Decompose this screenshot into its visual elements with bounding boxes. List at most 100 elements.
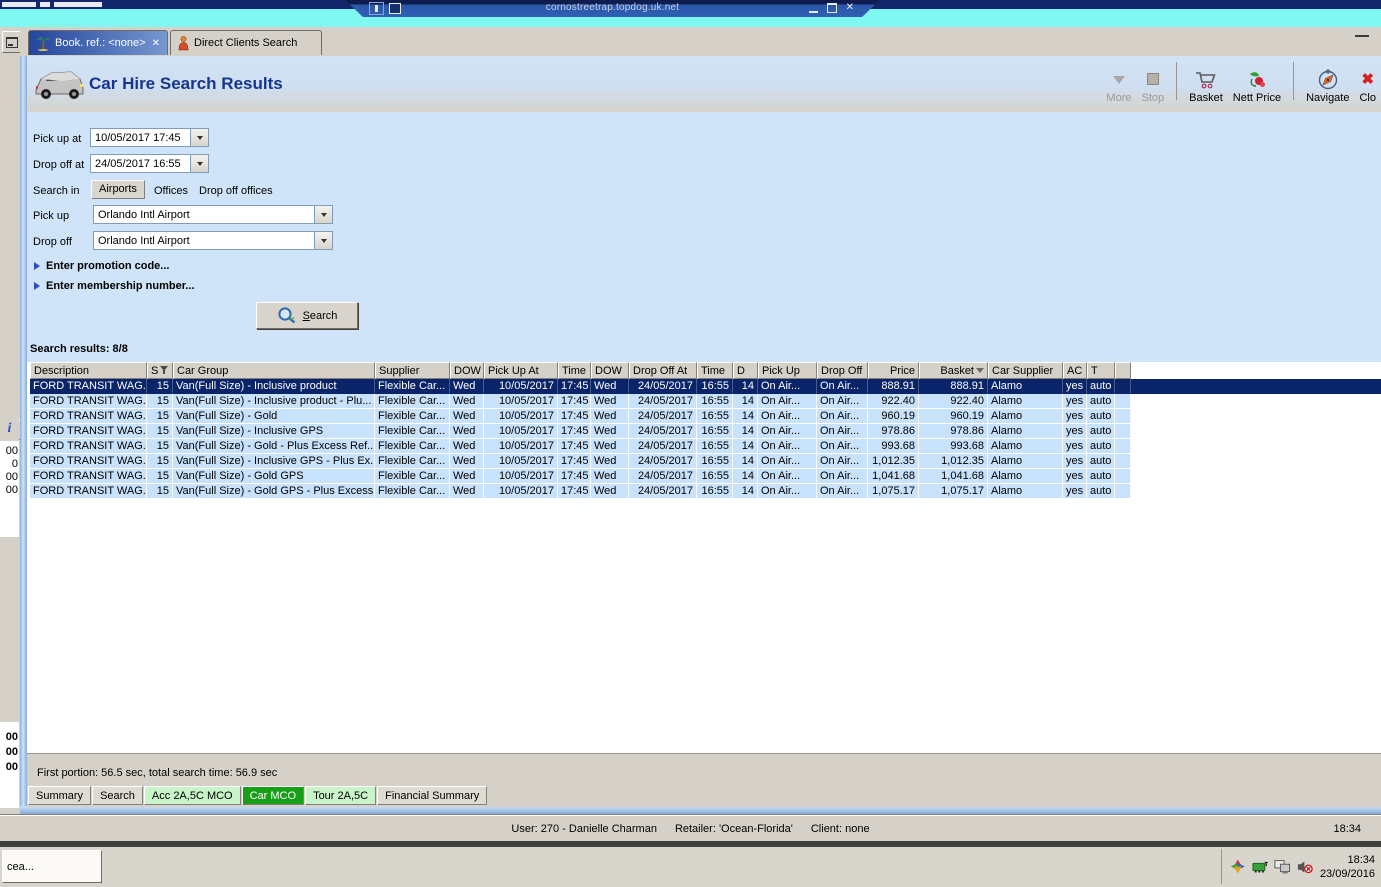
column-header[interactable]: Car Supplier xyxy=(988,362,1063,379)
table-cell: 993.68 xyxy=(868,439,919,454)
table-row[interactable]: FORD TRANSIT WAG... 15 Van(Full Size) - Go… xyxy=(30,484,1381,499)
table-cell: 14 xyxy=(733,484,758,499)
table-cell: On Air... xyxy=(817,394,868,409)
dropdown-button[interactable] xyxy=(190,155,208,172)
table-row[interactable]: FORD TRANSIT WAG... 15 Van(Full Size) - In… xyxy=(30,379,1381,394)
pickup-at-field[interactable]: 10/05/2017 17:45 xyxy=(90,128,209,147)
close-icon[interactable]: ✕ xyxy=(846,3,854,13)
table-cell: 15 xyxy=(147,484,173,499)
table-cell: 888.91 xyxy=(919,379,988,394)
dropdown-button[interactable] xyxy=(314,206,332,223)
table-cell: 15 xyxy=(147,409,173,424)
table-cell: Van(Full Size) - Gold GPS - Plus Excess.… xyxy=(173,484,375,499)
speaker-muted-icon[interactable] xyxy=(1297,859,1314,875)
column-header[interactable]: Basket xyxy=(919,362,988,379)
column-header[interactable]: D xyxy=(733,362,758,379)
table-cell: 10/05/2017 xyxy=(484,379,558,394)
tab-list-icon[interactable] xyxy=(1355,35,1369,41)
table-cell: Wed xyxy=(450,394,484,409)
table-row[interactable]: FORD TRANSIT WAG... 15 Van(Full Size) - In… xyxy=(30,394,1381,409)
tab-car-mco[interactable]: Car MCO xyxy=(241,786,305,805)
statusbar-clock: 18:34 xyxy=(1333,823,1361,835)
basket-button[interactable]: Basket xyxy=(1184,60,1228,104)
search-results-count: Search results: 8/8 xyxy=(30,343,128,355)
promotion-code-expander[interactable]: Enter promotion code... xyxy=(34,260,169,272)
table-cell: FORD TRANSIT WAG... xyxy=(30,439,147,454)
table-cell: Alamo xyxy=(988,469,1063,484)
more-button[interactable]: More xyxy=(1101,60,1136,104)
tab-booking-ref[interactable]: Book. ref.: <none> ✕ xyxy=(28,30,168,55)
cutoff-amounts-panel: 00 0 00 00 xyxy=(0,441,19,537)
minimize-icon[interactable] xyxy=(809,2,818,13)
taskbar-app-button[interactable]: cea... xyxy=(2,850,102,883)
dropdown-button[interactable] xyxy=(314,232,332,249)
pickup-location-field[interactable]: Orlando Intl Airport xyxy=(93,205,333,224)
table-cell: 16:55 xyxy=(697,394,733,409)
row-filler xyxy=(1131,394,1381,409)
column-header[interactable]: Time xyxy=(558,362,591,379)
navigate-button[interactable]: Navigate xyxy=(1301,60,1354,104)
sort-desc-icon xyxy=(976,368,984,373)
dropoff-location-field[interactable]: Orlando Intl Airport xyxy=(93,231,333,250)
info-tab[interactable]: i xyxy=(0,417,19,442)
window-frame-left xyxy=(20,56,27,806)
table-cell: 17:45 xyxy=(558,469,591,484)
filter-icon[interactable] xyxy=(160,366,169,375)
search-in-dropoff-offices[interactable]: Drop off offices xyxy=(199,185,273,197)
table-cell: 24/05/2017 xyxy=(629,379,697,394)
pickup-at-label: Pick up at xyxy=(33,133,82,145)
column-header[interactable]: S xyxy=(147,362,173,379)
membership-number-expander[interactable]: Enter membership number... xyxy=(34,280,195,292)
tab-acc-2a5c-mco[interactable]: Acc 2A,5C MCO xyxy=(143,786,241,805)
column-header[interactable]: Drop Off xyxy=(817,362,868,379)
tab-summary[interactable]: Summary xyxy=(28,786,92,805)
table-cell: 10/05/2017 xyxy=(484,424,558,439)
column-header[interactable]: Time xyxy=(697,362,733,379)
palm-tree-icon xyxy=(36,36,50,51)
background-titlebar-text-fragment xyxy=(54,2,102,7)
background-titlebar-text-fragment xyxy=(40,2,50,7)
table-cell: 15 xyxy=(147,469,173,484)
column-header[interactable]: Description xyxy=(30,362,147,379)
tab-close-icon[interactable]: ✕ xyxy=(152,38,160,49)
column-header[interactable]: Drop Off At xyxy=(629,362,697,379)
table-cell: Van(Full Size) - Inclusive GPS - Plus Ex… xyxy=(173,454,375,469)
dropoff-at-field[interactable]: 24/05/2017 16:55 xyxy=(90,154,209,173)
column-header[interactable]: DOW xyxy=(450,362,484,379)
antivirus-icon[interactable] xyxy=(1230,858,1246,875)
dropdown-button[interactable] xyxy=(190,129,208,146)
column-header[interactable]: Pick Up At xyxy=(484,362,558,379)
table-row[interactable]: FORD TRANSIT WAG... 15 Van(Full Size) - In… xyxy=(30,424,1381,439)
column-header[interactable]: Price xyxy=(868,362,919,379)
column-header[interactable]: Supplier xyxy=(375,362,450,379)
panel-collapse-button[interactable] xyxy=(2,31,21,53)
stop-button[interactable]: Stop xyxy=(1136,60,1169,104)
table-row[interactable]: FORD TRANSIT WAG... 15 Van(Full Size) - In… xyxy=(30,454,1381,469)
tab-financial-summary[interactable]: Financial Summary xyxy=(377,786,488,805)
table-cell: auto xyxy=(1087,424,1115,439)
table-cell: yes xyxy=(1063,439,1087,454)
network-card-icon[interactable] xyxy=(1252,860,1268,874)
nett-price-button[interactable]: Nett Price xyxy=(1228,60,1286,104)
table-cell: Flexible Car... xyxy=(375,394,450,409)
column-header[interactable]: AC xyxy=(1063,362,1087,379)
table-row[interactable]: FORD TRANSIT WAG... 15 Van(Full Size) - Go… xyxy=(30,469,1381,484)
search-in-offices[interactable]: Offices xyxy=(154,185,188,197)
network-computers-icon[interactable] xyxy=(1274,859,1291,875)
tab-tour-2a5c[interactable]: Tour 2A,5C xyxy=(305,786,377,805)
column-header[interactable]: DOW xyxy=(591,362,629,379)
close-view-button[interactable]: ✖ Clo xyxy=(1354,60,1381,105)
tab-search[interactable]: Search xyxy=(92,786,143,805)
column-header[interactable]: T xyxy=(1087,362,1115,379)
table-cell: yes xyxy=(1063,469,1087,484)
search-in-airports[interactable]: Airports xyxy=(91,180,145,199)
cutoff-total: 00 xyxy=(5,746,18,758)
column-header[interactable]: Pick Up xyxy=(758,362,817,379)
restore-icon[interactable] xyxy=(827,3,837,13)
table-row[interactable]: FORD TRANSIT WAG... 15 Van(Full Size) - Go… xyxy=(30,439,1381,454)
table-row[interactable]: FORD TRANSIT WAG... 15 Van(Full Size) - Go… xyxy=(30,409,1381,424)
search-button[interactable]: Search xyxy=(256,302,358,329)
table-cell: 24/05/2017 xyxy=(629,424,697,439)
tab-direct-clients-search[interactable]: Direct Clients Search xyxy=(170,30,322,55)
column-header[interactable]: Car Group xyxy=(173,362,375,379)
